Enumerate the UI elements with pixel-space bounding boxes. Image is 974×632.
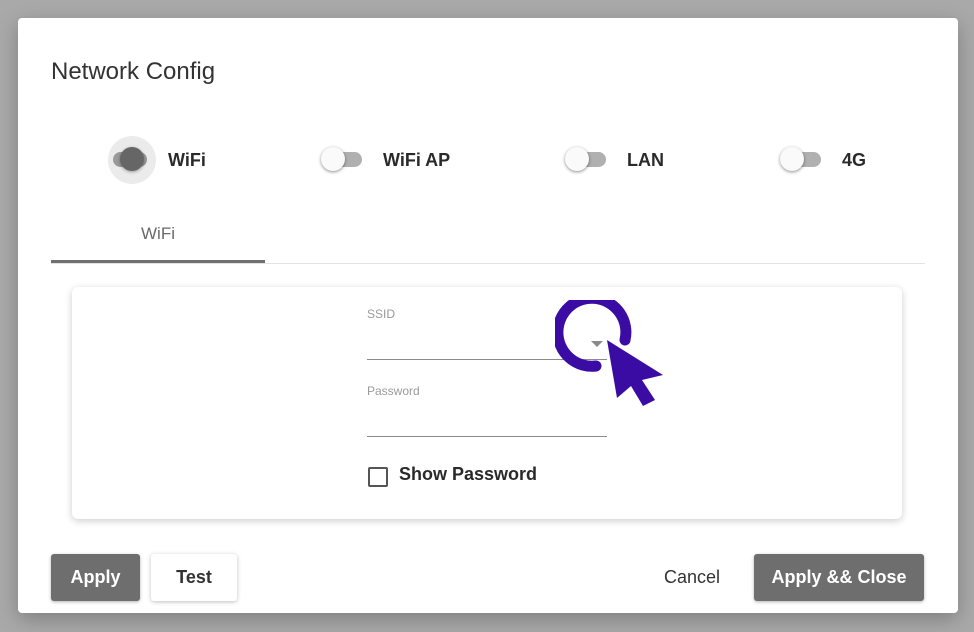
toggle-wifi-ap-label: WiFi AP <box>383 149 451 170</box>
toggle-lan[interactable]: LAN <box>565 140 664 180</box>
apply-button[interactable]: Apply <box>51 554 140 601</box>
toggle-wifi[interactable]: WiFi <box>106 136 206 184</box>
4g-switch[interactable] <box>780 140 830 180</box>
switch-thumb[interactable] <box>780 147 804 171</box>
password-underline <box>367 436 607 437</box>
password-label: Password <box>367 384 420 398</box>
toggle-wifi-label: WiFi <box>168 149 206 170</box>
switch-thumb[interactable] <box>120 147 144 171</box>
toggle-4g[interactable]: 4G <box>780 140 866 180</box>
apply-close-button[interactable]: Apply && Close <box>754 554 924 601</box>
ssid-label: SSID <box>367 307 396 321</box>
switch-thumb[interactable] <box>321 147 345 171</box>
toggle-lan-label: LAN <box>627 149 664 170</box>
network-config-dialog: Network Config WiFi WiFi AP LAN 4G WiFi … <box>18 18 958 613</box>
lan-switch[interactable] <box>565 140 615 180</box>
switch-thumb[interactable] <box>565 147 589 171</box>
cancel-button[interactable]: Cancel <box>652 554 732 601</box>
dialog-title: Network Config <box>51 58 216 85</box>
show-password-label[interactable]: Show Password <box>399 464 537 485</box>
wifi-settings-card: SSID Password Show Password <box>72 287 902 519</box>
wifi-ap-switch[interactable] <box>321 140 371 180</box>
show-password-checkbox[interactable] <box>368 467 388 487</box>
password-input[interactable] <box>367 402 607 436</box>
ssid-select[interactable] <box>367 325 607 359</box>
network-type-toggles: WiFi WiFi AP LAN 4G <box>18 136 958 184</box>
tab-divider <box>51 263 925 264</box>
toggle-wifi-ap[interactable]: WiFi AP <box>321 140 450 180</box>
wifi-switch[interactable] <box>106 136 156 184</box>
tab-wifi[interactable]: WiFi <box>51 208 265 260</box>
test-button[interactable]: Test <box>151 554 237 601</box>
toggle-4g-label: 4G <box>842 149 867 170</box>
ssid-underline <box>367 359 607 360</box>
chevron-down-icon[interactable] <box>591 341 603 347</box>
